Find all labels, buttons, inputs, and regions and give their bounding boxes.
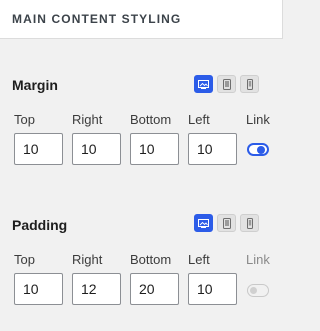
margin-bottom-label: Bottom: [130, 112, 172, 127]
padding-desktop-button[interactable]: [194, 214, 213, 232]
padding-device-switcher: [194, 214, 259, 232]
toggle-knob: [257, 146, 265, 154]
margin-right-label: Right: [72, 112, 103, 127]
padding-title: Padding: [12, 217, 68, 233]
margin-bottom-input[interactable]: [130, 133, 179, 165]
padding-right-label: Right: [72, 252, 103, 267]
margin-link-label: Link: [246, 112, 270, 127]
panel-header: MAIN CONTENT STYLING: [0, 0, 283, 39]
padding-tablet-button[interactable]: [217, 214, 236, 232]
panel-title: MAIN CONTENT STYLING: [12, 12, 182, 26]
desktop-icon: [198, 218, 209, 228]
padding-bottom-input[interactable]: [130, 273, 179, 305]
padding-left-label: Left: [188, 252, 210, 267]
padding-bottom-label: Bottom: [130, 252, 172, 267]
margin-desktop-button[interactable]: [194, 75, 213, 93]
padding-top-input[interactable]: [14, 273, 63, 305]
desktop-icon: [198, 79, 209, 89]
padding-link-toggle[interactable]: [247, 284, 269, 297]
toggle-knob: [250, 287, 257, 294]
padding-right-input[interactable]: [72, 273, 121, 305]
margin-right-input[interactable]: [72, 133, 121, 165]
margin-left-input[interactable]: [188, 133, 237, 165]
padding-mobile-button[interactable]: [240, 214, 259, 232]
padding-link-label: Link: [246, 252, 270, 267]
margin-link-toggle[interactable]: [247, 143, 269, 156]
margin-mobile-button[interactable]: [240, 75, 259, 93]
margin-title: Margin: [12, 77, 58, 93]
margin-top-input[interactable]: [14, 133, 63, 165]
tablet-icon: [222, 217, 231, 229]
margin-left-label: Left: [188, 112, 210, 127]
margin-device-switcher: [194, 75, 259, 93]
padding-top-label: Top: [14, 252, 35, 267]
padding-left-input[interactable]: [188, 273, 237, 305]
margin-top-label: Top: [14, 112, 35, 127]
tablet-icon: [222, 78, 231, 90]
margin-tablet-button[interactable]: [217, 75, 236, 93]
mobile-icon: [246, 217, 253, 229]
mobile-icon: [246, 78, 253, 90]
